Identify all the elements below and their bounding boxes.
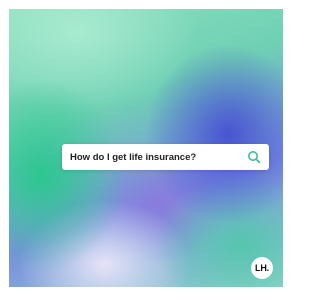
search-bar[interactable]: How do I get life insurance? xyxy=(62,144,269,170)
search-icon[interactable] xyxy=(247,150,261,164)
brand-logo-text: LH. xyxy=(255,263,269,273)
brand-logo: LH. xyxy=(251,257,273,279)
gradient-background: How do I get life insurance? LH. xyxy=(9,9,283,287)
search-query-text[interactable]: How do I get life insurance? xyxy=(70,152,196,163)
